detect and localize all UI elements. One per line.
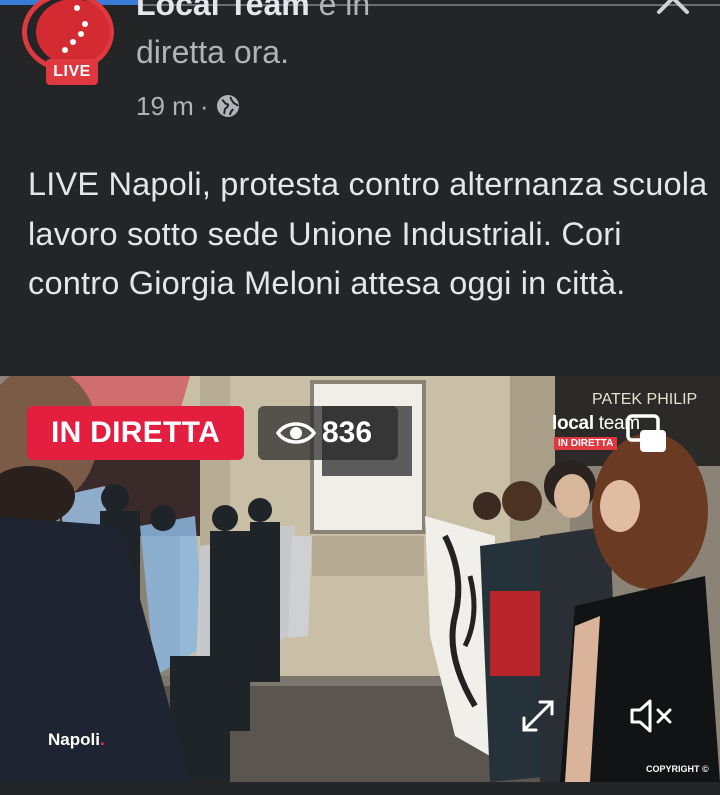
expand-icon[interactable]	[520, 698, 556, 734]
location-label: Napoli.	[48, 730, 105, 749]
live-video-player[interactable]: PATEK PHILIP IN DIRETTA 836 local team I…	[0, 376, 720, 782]
viewer-count-badge: 836	[258, 406, 398, 460]
eye-icon	[276, 422, 316, 444]
post-timestamp[interactable]: 19 m	[136, 91, 194, 122]
avatar-logo	[36, 0, 110, 65]
meta-separator: ·	[199, 90, 209, 121]
page-name-line: Local Team è in	[136, 0, 370, 23]
shop-sign: PATEK PHILIP	[592, 391, 697, 408]
page-avatar[interactable]: LIVE	[22, 0, 118, 92]
brand-live-tag: IN DIRETTA	[554, 437, 618, 450]
broadcaster-watermark: local team IN DIRETTA	[552, 413, 682, 457]
post-text: LIVE Napoli, protesta contro alternanza …	[28, 166, 708, 301]
copyright-label: COPYRIGHT ©	[646, 764, 709, 774]
close-icon[interactable]	[655, 0, 691, 16]
live-indicator-badge: IN DIRETTA	[27, 406, 244, 460]
viewer-count: 836	[322, 416, 373, 449]
cast-icon[interactable]	[626, 414, 668, 454]
avatar-live-badge: LIVE	[46, 59, 98, 85]
globe-icon	[217, 95, 240, 117]
page-name[interactable]: Local Team	[136, 0, 310, 22]
live-status-text: è in	[309, 0, 371, 22]
bottom-bar	[0, 782, 720, 795]
post-meta: 19 m ·	[136, 90, 240, 122]
live-status-subline: diretta ora.	[136, 34, 289, 70]
mute-icon[interactable]	[628, 698, 674, 734]
